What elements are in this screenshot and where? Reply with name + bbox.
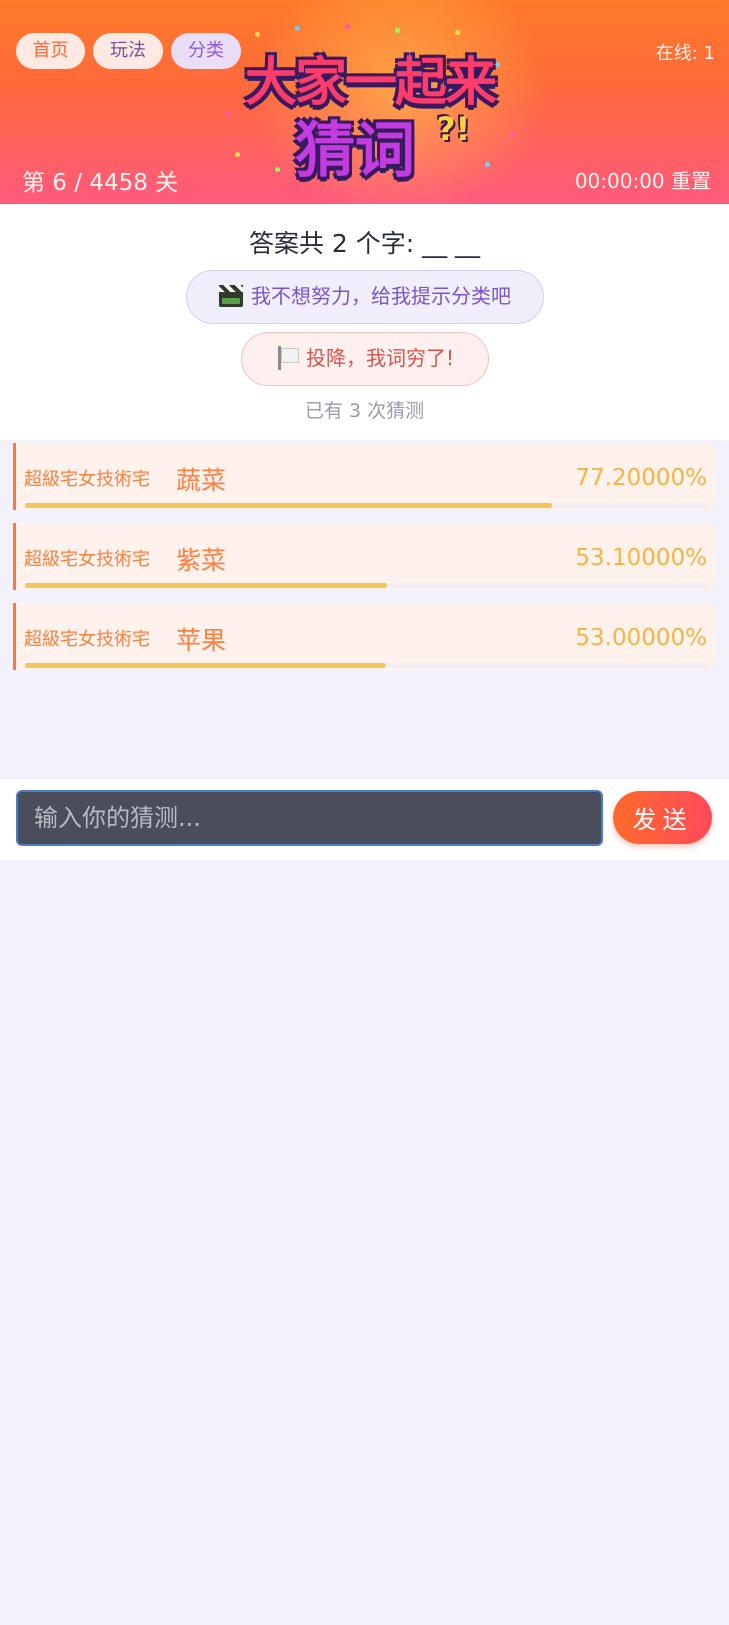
nav-home-button[interactable]: 首页	[16, 33, 85, 69]
confetti	[510, 132, 515, 137]
confetti	[345, 24, 350, 29]
similarity-bar-fill	[25, 503, 552, 508]
confetti	[235, 152, 240, 157]
guess-score: 53.10000%	[575, 545, 707, 571]
confetti	[485, 162, 490, 167]
similarity-bar-fill	[25, 663, 387, 668]
answer-length-info: 答案共 2 个字: __ __	[248, 229, 481, 258]
timer-reset[interactable]: 00:00:00 重置	[575, 165, 711, 194]
game-logo: 大家一起来 猜词 ?!	[215, 22, 525, 186]
give-up-button-label: 投降，我词穷了!	[305, 346, 455, 370]
logo-title-line2: 猜词	[295, 116, 415, 186]
guess-input[interactable]	[16, 790, 603, 846]
guess-user: 超級宅女技術宅	[24, 469, 150, 490]
guess-user: 超級宅女技術宅	[24, 549, 150, 570]
guess-row: 超級宅女技術宅 紫菜 53.10000%	[13, 523, 715, 590]
confetti	[255, 32, 260, 37]
guess-user: 超級宅女技術宅	[24, 629, 150, 650]
give-up-button[interactable]: 投降，我词穷了!	[241, 332, 489, 386]
confetti	[455, 30, 460, 35]
prompt-panel: 答案共 2 个字: __ __ 我不想努力，给我提示分类吧 投降，我词穷了! 已…	[0, 204, 729, 440]
white-flag-icon	[276, 346, 299, 370]
similarity-bar-track	[25, 583, 707, 588]
hint-button-label: 我不想努力，给我提示分类吧	[251, 284, 511, 308]
guess-row: 超級宅女技術宅 蔬菜 77.20000%	[13, 443, 715, 510]
nav-rules-button[interactable]: 玩法	[93, 33, 163, 69]
guess-word: 蔬菜	[176, 466, 227, 495]
confetti	[295, 26, 300, 31]
clapper-board-icon	[219, 285, 243, 307]
header: 首页 玩法 分类 大家一起来 猜词 ?! 在线: 1 第 6 / 4458 关 …	[0, 0, 729, 204]
level-indicator: 第 6 / 4458 关	[22, 170, 179, 196]
confetti	[275, 167, 280, 172]
guess-list: 超級宅女技術宅 蔬菜 77.20000% 超級宅女技術宅 紫菜 53.10000…	[13, 443, 715, 683]
similarity-bar-track	[25, 663, 707, 668]
guess-input-bar: 发送	[0, 778, 729, 860]
guess-word: 紫菜	[176, 546, 227, 575]
guess-count: 已有 3 次猜测	[304, 400, 425, 422]
confetti	[495, 62, 500, 67]
confetti	[225, 112, 230, 117]
hint-category-button[interactable]: 我不想努力，给我提示分类吧	[186, 270, 544, 324]
logo-mark: ?!	[437, 110, 471, 148]
similarity-bar-fill	[25, 583, 388, 588]
confetti	[395, 28, 400, 33]
similarity-bar-track	[25, 503, 707, 508]
send-button[interactable]: 发送	[613, 791, 712, 844]
online-count: 在线: 1	[655, 43, 715, 64]
guess-word: 苹果	[176, 626, 227, 655]
guess-row: 超級宅女技術宅 苹果 53.00000%	[13, 603, 715, 670]
guess-score: 53.00000%	[575, 625, 707, 651]
guess-score: 77.20000%	[575, 465, 707, 491]
